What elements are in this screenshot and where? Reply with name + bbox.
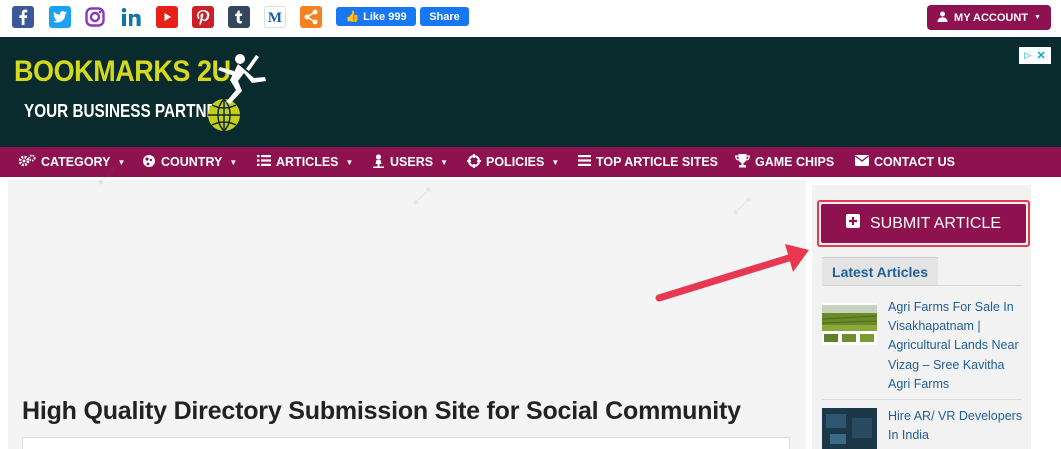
logo-subtitle: YOUR BUSINESS PARTNER	[24, 101, 228, 121]
post-body	[22, 437, 790, 449]
play-icon: ▷	[1024, 50, 1032, 60]
main-nav: CATEGORY ▼ COUNTRY ▼ ARTICLES ▼ USERS ▼	[0, 147, 1061, 177]
envelope-icon	[855, 155, 869, 169]
scrollbar[interactable]	[1043, 180, 1061, 449]
caret-down-icon: ▼	[1034, 14, 1041, 21]
close-icon: ✕	[1036, 50, 1046, 62]
facebook-icon[interactable]	[12, 6, 34, 28]
article-link[interactable]: Agri Farms For Sale In Visakhapatnam | A…	[888, 298, 1023, 394]
chevron-down-icon: ▼	[229, 157, 238, 167]
nav-item-top-article-sites[interactable]: TOP ARTICLE SITES	[578, 147, 718, 177]
nav-item-contact-us[interactable]: CONTACT US	[855, 147, 955, 177]
nav-label-users: USERS	[390, 155, 434, 169]
nav-label-policies: POLICIES	[486, 155, 545, 169]
site-banner: BOOKMARKS 2U YOUR BUSINESS PARTNER ▷ ✕	[0, 37, 1061, 147]
nav-item-users[interactable]: USERS ▼	[372, 147, 448, 177]
my-account-button[interactable]: MY ACCOUNT ▼	[927, 5, 1051, 30]
crosshair-icon	[467, 153, 481, 171]
nav-label-contact-us: CONTACT US	[874, 155, 956, 169]
nav-label-top-article-sites: TOP ARTICLE SITES	[596, 155, 719, 169]
social-bar: M 👍 Like 999 Share MY ACCOUNT ▼	[0, 0, 1061, 36]
nav-item-category[interactable]: CATEGORY ▼	[18, 147, 125, 177]
globe-runner-icon	[208, 54, 266, 132]
nav-item-policies[interactable]: POLICIES ▼	[467, 147, 559, 177]
submit-article-highlight: SUBMIT ARTICLE	[817, 200, 1030, 247]
logo-title: BOOKMARKS 2U	[14, 55, 231, 88]
chevron-down-icon: ▼	[117, 157, 126, 167]
caret-down-icon: ▼	[440, 157, 448, 167]
trophy-icon	[735, 153, 750, 171]
nav-label-articles: ARTICLES	[276, 155, 339, 169]
site-logo[interactable]: BOOKMARKS 2U YOUR BUSINESS PARTNER	[0, 37, 280, 147]
nav-label-country: COUNTRY	[161, 155, 223, 169]
submit-article-button[interactable]: SUBMIT ARTICLE	[821, 204, 1026, 243]
submit-article-label: SUBMIT ARTICLE	[870, 214, 1001, 232]
divider	[822, 285, 1022, 286]
nav-item-country[interactable]: COUNTRY ▼	[142, 147, 237, 177]
latest-articles-heading: Latest Articles	[822, 257, 938, 285]
article-link[interactable]: Hire AR/ VR Developers In India	[888, 407, 1023, 445]
plus-square-icon	[846, 214, 860, 233]
fb-share-button[interactable]: Share	[420, 7, 469, 26]
list-icon	[257, 155, 271, 169]
thumbs-up-icon: 👍	[345, 11, 360, 23]
adchoices-badge[interactable]: ▷ ✕	[1019, 47, 1051, 64]
globe-icon	[142, 154, 156, 171]
svg-text:M: M	[268, 10, 282, 26]
fb-like-button[interactable]: 👍 Like 999	[336, 7, 416, 26]
pinterest-icon[interactable]	[192, 6, 214, 28]
tumblr-icon[interactable]	[228, 6, 250, 28]
cogs-icon	[18, 154, 36, 170]
list-icon	[578, 155, 591, 169]
youtube-icon[interactable]	[156, 6, 178, 28]
page-title: High Quality Directory Submission Site f…	[22, 397, 741, 425]
nav-label-category: CATEGORY	[41, 155, 111, 169]
my-account-label: MY ACCOUNT	[954, 11, 1028, 24]
caret-down-icon: ▼	[345, 157, 354, 167]
nav-item-game-chips[interactable]: GAME CHIPS	[735, 147, 834, 177]
page: M 👍 Like 999 Share MY ACCOUNT ▼ BOOKMARK…	[0, 0, 1061, 449]
fb-like-label: Like 999	[363, 10, 407, 23]
article-thumbnail[interactable]	[821, 303, 878, 345]
user-icon	[937, 11, 948, 25]
nav-item-articles[interactable]: ARTICLES ▼	[257, 147, 353, 177]
divider	[822, 399, 1022, 400]
fb-share-label: Share	[429, 10, 460, 23]
linkedin-icon[interactable]	[120, 6, 142, 28]
instagram-icon[interactable]	[84, 6, 106, 28]
article-thumbnail[interactable]	[822, 408, 877, 449]
twitter-icon[interactable]	[49, 6, 71, 28]
caret-down-icon: ▼	[551, 157, 560, 167]
user-icon	[372, 153, 385, 171]
nav-label-game-chips: GAME CHIPS	[755, 155, 835, 169]
share-icon[interactable]	[300, 6, 322, 28]
medium-icon[interactable]: M	[264, 6, 286, 28]
